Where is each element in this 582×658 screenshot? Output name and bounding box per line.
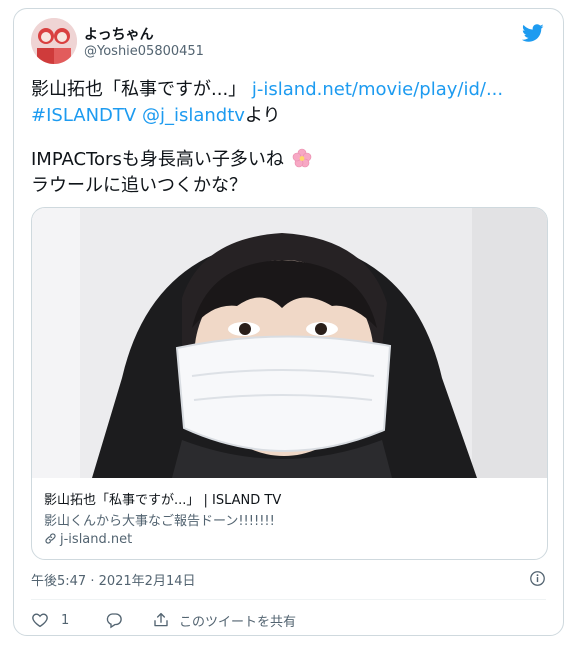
preview-image[interactable]	[32, 208, 548, 478]
link-card-domain-row: j-island.net	[44, 532, 534, 552]
tweet-link[interactable]: j-island.net/movie/play/id/...	[252, 79, 503, 100]
info-icon[interactable]	[529, 570, 546, 587]
reply-button[interactable]	[105, 610, 123, 630]
link-card-title[interactable]: 影山拓也「私事ですが...」 | ISLAND TV	[44, 489, 534, 510]
reply-icon	[106, 613, 122, 629]
tweet-text: 影山拓也「私事ですが...」 j-island.net/movie/play/i…	[31, 77, 551, 199]
tweet-text-line: ラウールに追いつくかな？	[31, 175, 247, 196]
avatar[interactable]	[31, 18, 77, 64]
share-label: このツイートを共有	[179, 614, 297, 630]
share-icon	[154, 612, 168, 627]
like-button[interactable]: 1	[31, 610, 69, 630]
like-count: 1	[61, 612, 70, 628]
hashtag-link[interactable]: #ISLANDTV	[31, 105, 136, 126]
share-button[interactable]: このツイートを共有	[152, 610, 296, 630]
tweet-text-line: IMPACTorsも身長高い子多いね	[31, 149, 284, 170]
link-icon	[45, 533, 56, 544]
divider	[31, 599, 546, 600]
link-preview-card[interactable]: 影山拓也「私事ですが...」 | ISLAND TV 影山くんから大事なご報告ド…	[31, 207, 548, 560]
heart-icon	[32, 613, 48, 628]
link-card-description: 影山くんから大事なご報告ドーン!!!!!!!	[44, 514, 275, 529]
tweet-text-segment: 影山拓也「私事ですが...」	[31, 79, 252, 100]
tweet-text-segment: より	[244, 105, 281, 126]
mention-link[interactable]: @j_islandtv	[142, 105, 245, 126]
tweet-card[interactable]: よっちゃん @Yoshie05800451 影山拓也「私事ですが...」 j-i…	[13, 8, 564, 636]
tweet-timestamp[interactable]: 午後5:47 · 2021年2月14日	[31, 570, 196, 589]
user-handle[interactable]: @Yoshie05800451	[84, 44, 204, 59]
link-card-domain: j-island.net	[60, 532, 133, 547]
display-name[interactable]: よっちゃん	[84, 24, 154, 44]
link-card-meta: 影山拓也「私事ですが...」 | ISLAND TV 影山くんから大事なご報告ド…	[44, 489, 534, 552]
cherry-blossom-icon	[292, 148, 311, 168]
twitter-bird-icon[interactable]	[520, 22, 546, 44]
